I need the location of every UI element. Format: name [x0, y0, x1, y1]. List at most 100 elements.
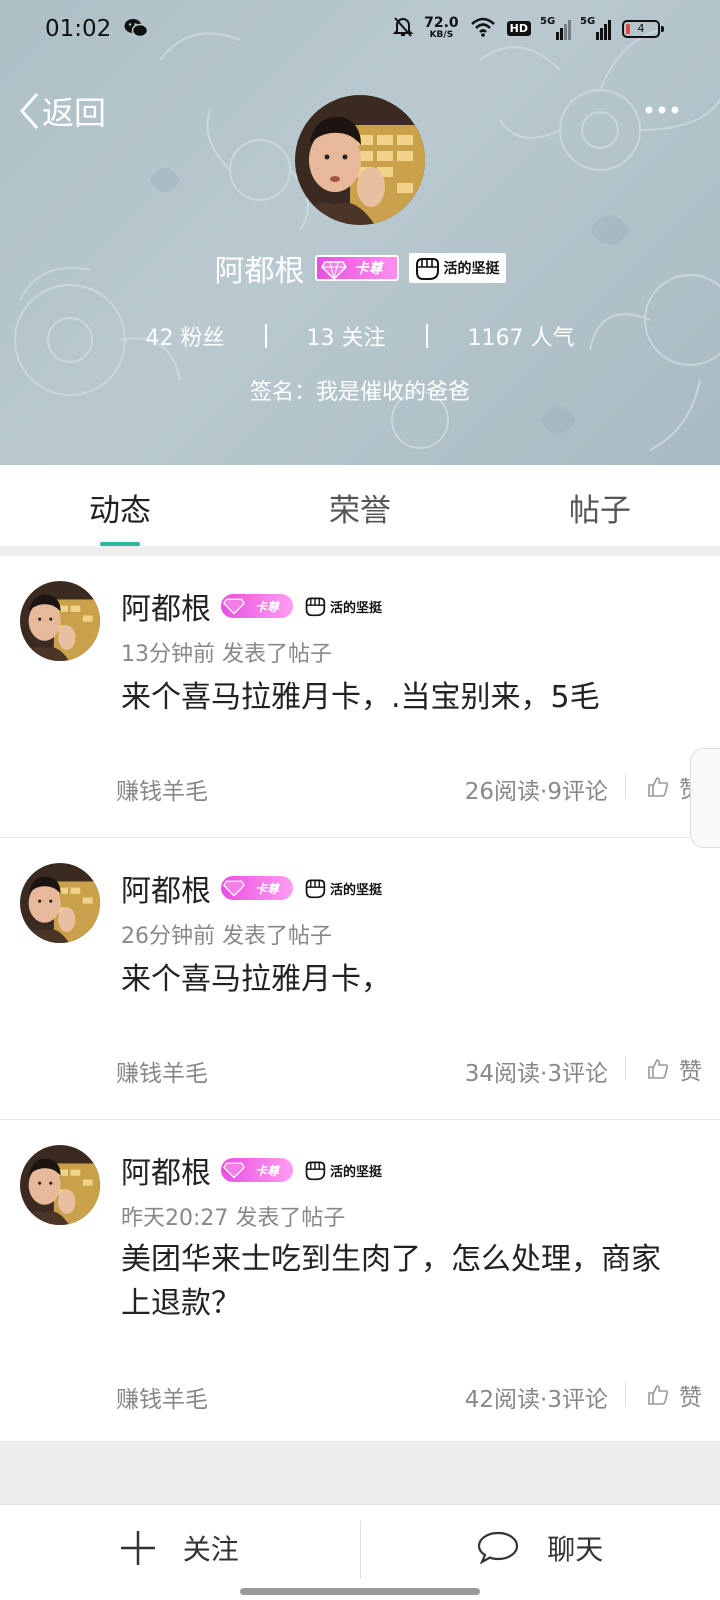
- tab-honors[interactable]: 荣誉: [240, 465, 480, 546]
- follow-label: 关注: [182, 1532, 239, 1566]
- post-avatar[interactable]: [20, 581, 100, 661]
- vip-badge-text: 卡尊: [354, 261, 383, 277]
- post-author-row: 阿都根 卡尊 活的坚挺: [121, 866, 382, 910]
- side-drawer-handle[interactable]: [690, 748, 720, 848]
- diamond-icon: [320, 261, 347, 280]
- post-author[interactable]: 阿都根: [121, 866, 211, 910]
- post-avatar[interactable]: [20, 863, 100, 943]
- like-button[interactable]: 赞: [647, 1052, 702, 1086]
- motto-badge-text: 活的坚挺: [330, 882, 383, 898]
- thumbs-up-icon: [648, 1059, 669, 1079]
- more-button[interactable]: [644, 100, 680, 119]
- motto-badge: 活的坚挺: [303, 595, 382, 617]
- activity-feed: 阿都根 卡尊 活的坚挺 13分钟前 发表了帖子 来个喜马拉雅月卡，.当宝别来，5…: [0, 556, 720, 1442]
- battery-icon: 4: [622, 19, 664, 38]
- status-bar: 01:02 72.0 KB/S HD 5G 5G 4: [0, 0, 720, 64]
- status-icons: 72.0 KB/S HD 5G 5G 4: [392, 14, 664, 41]
- net-speed-value: 72.0: [424, 14, 459, 31]
- footer-divider: [625, 1056, 626, 1080]
- like-label: 赞: [679, 1385, 702, 1411]
- fist-icon: [305, 1161, 326, 1181]
- signal-icon: 5G: [580, 16, 611, 40]
- diamond-icon: [223, 880, 245, 897]
- diamond-icon: [223, 598, 245, 615]
- motto-badge-text: 活的坚挺: [443, 261, 500, 277]
- profile-signature: 签名：我是催收的爸爸: [249, 380, 470, 405]
- chat-label: 聊天: [547, 1532, 604, 1566]
- post-stats: 34阅读·3评论: [464, 1061, 608, 1087]
- motto-badge-text: 活的坚挺: [330, 1164, 383, 1180]
- vip-badge: 卡尊: [221, 876, 293, 900]
- feed-post[interactable]: 阿都根 卡尊 活的坚挺 昨天20:27 发表了帖子 美团华来士吃到生肉了，怎么处…: [0, 1120, 720, 1442]
- post-tag[interactable]: 赚钱羊毛: [116, 772, 208, 806]
- motto-badge-text: 活的坚挺: [330, 600, 383, 616]
- post-tag[interactable]: 赚钱羊毛: [116, 1054, 208, 1088]
- post-meta: 昨天20:27 发表了帖子: [121, 1206, 346, 1231]
- post-footer: 赚钱羊毛 42阅读·3评论 赞: [0, 1374, 720, 1414]
- tab-posts[interactable]: 帖子: [480, 465, 720, 546]
- vip-badge-text: 卡尊: [254, 881, 279, 896]
- battery-level: 4: [637, 22, 645, 35]
- post-meta: 26分钟前 发表了帖子: [121, 924, 332, 949]
- hd-badge: HD: [506, 21, 531, 36]
- post-author-row: 阿都根 卡尊 活的坚挺: [121, 584, 382, 628]
- profile-name-row: 阿都根 卡尊 活的坚挺: [0, 246, 720, 290]
- like-label: 赞: [679, 1059, 702, 1085]
- popularity-count: 1167 人气: [467, 326, 575, 351]
- plus-icon: [120, 1530, 155, 1565]
- profile-header: 01:02 72.0 KB/S HD 5G 5G 4 返回 阿都根 卡尊 活的坚…: [0, 0, 720, 465]
- wechat-icon: [124, 18, 149, 42]
- motto-badge: 活的坚挺: [303, 1159, 382, 1181]
- post-content: 美团华来士吃到生肉了，怎么处理，商家上退款？: [121, 1242, 661, 1321]
- thumbs-up-icon: [648, 1385, 669, 1405]
- bottom-action-bar: 关注 聊天: [0, 1504, 720, 1600]
- vip-badge: 卡尊: [221, 1158, 293, 1182]
- follow-button[interactable]: 关注: [0, 1505, 360, 1600]
- post-content: 来个喜马拉雅月卡，.当宝别来，5毛: [121, 680, 600, 715]
- signal-icon: 5G: [540, 16, 571, 40]
- profile-avatar[interactable]: [295, 95, 425, 225]
- feed-post[interactable]: 阿都根 卡尊 活的坚挺 26分钟前 发表了帖子 来个喜马拉雅月卡， 赚钱羊毛 3…: [0, 838, 720, 1120]
- net-speed: 72.0 KB/S: [424, 14, 459, 41]
- like-button[interactable]: 赞: [647, 1378, 702, 1412]
- motto-badge: 活的坚挺: [303, 877, 382, 899]
- thumbs-up-icon: [648, 777, 669, 797]
- post-footer: 赚钱羊毛 34阅读·3评论 赞: [0, 1048, 720, 1088]
- net-speed-unit: KB/S: [429, 29, 454, 40]
- vip-badge-text: 卡尊: [254, 599, 279, 614]
- post-author[interactable]: 阿都根: [121, 584, 211, 628]
- footer-divider: [625, 1382, 626, 1406]
- fans-count[interactable]: 42 粉丝: [106, 320, 265, 352]
- more-dots-icon: [645, 106, 679, 114]
- profile-tabs: 动态 荣誉 帖子: [0, 465, 720, 546]
- chevron-left-icon: [19, 93, 39, 129]
- following-count[interactable]: 13 关注: [267, 320, 426, 352]
- back-label: 返回: [42, 94, 107, 132]
- fist-icon: [415, 258, 439, 280]
- fist-icon: [305, 597, 326, 617]
- footer-divider: [625, 774, 626, 798]
- vip-badge-text: 卡尊: [254, 1163, 279, 1178]
- post-avatar[interactable]: [20, 1145, 100, 1225]
- vip-badge: 卡尊: [314, 255, 399, 281]
- status-time: 01:02: [45, 16, 112, 42]
- post-author[interactable]: 阿都根: [121, 1148, 211, 1192]
- post-tag[interactable]: 赚钱羊毛: [116, 1380, 208, 1414]
- chat-button[interactable]: 聊天: [361, 1505, 720, 1600]
- wifi-icon: [470, 17, 496, 40]
- mute-bell-icon: [392, 16, 414, 41]
- post-stats: 26阅读·9评论: [464, 779, 608, 805]
- post-footer: 赚钱羊毛 26阅读·9评论 赞: [0, 766, 720, 806]
- home-indicator[interactable]: [240, 1588, 480, 1595]
- feed-post[interactable]: 阿都根 卡尊 活的坚挺 13分钟前 发表了帖子 来个喜马拉雅月卡，.当宝别来，5…: [0, 556, 720, 838]
- post-content: 来个喜马拉雅月卡，: [121, 962, 391, 997]
- back-button[interactable]: 返回: [18, 88, 106, 134]
- fist-icon: [305, 879, 326, 899]
- post-meta: 13分钟前 发表了帖子: [121, 642, 332, 667]
- tab-activity[interactable]: 动态: [0, 465, 240, 546]
- post-stats: 42阅读·3评论: [464, 1387, 608, 1413]
- vip-badge: 卡尊: [221, 594, 293, 618]
- profile-name: 阿都根: [214, 254, 305, 289]
- chat-bubble-icon: [478, 1531, 519, 1565]
- post-author-row: 阿都根 卡尊 活的坚挺: [121, 1148, 382, 1192]
